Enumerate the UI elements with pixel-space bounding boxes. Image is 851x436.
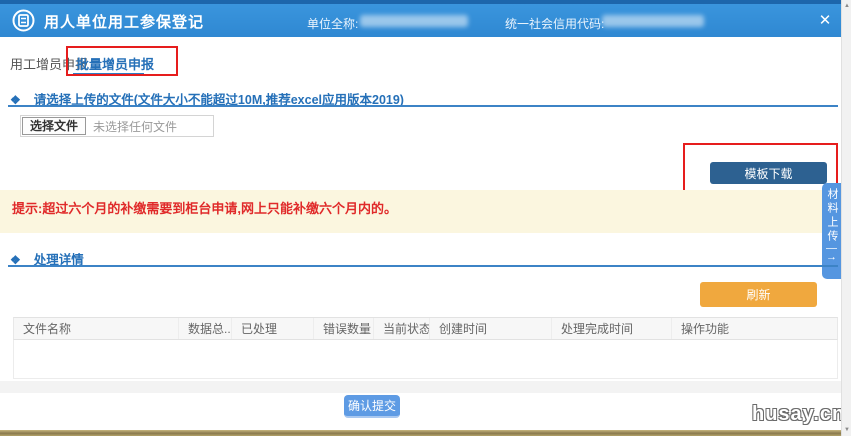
vertical-scrollbar[interactable]: ▲ ▼ [841, 0, 851, 436]
template-download-button[interactable]: 模板下载 [710, 162, 827, 184]
confirm-submit-button[interactable]: 确认提交 [344, 395, 400, 418]
watermark-text: husay.cn [752, 403, 845, 426]
refresh-button[interactable]: 刷新 [700, 282, 817, 307]
scroll-up-icon[interactable]: ▲ [842, 1, 851, 11]
col-error-count: 错误数量 [314, 318, 374, 339]
employer-insurance-registration-modal: 用人单位用工参保登记 单位全称: 统一社会信用代码: ✕ 用工增员申报 批量增员… [0, 0, 851, 436]
col-file-name: 文件名称 [14, 318, 179, 339]
col-data-total: 数据总... [179, 318, 232, 339]
section-divider [8, 105, 838, 107]
process-detail-table: 文件名称 数据总... 已处理 错误数量 当前状态 创建时间 处理完成时间 操作… [13, 317, 838, 379]
credit-code-redacted-value [602, 15, 704, 27]
scroll-down-icon[interactable]: ▼ [842, 425, 851, 435]
modal-header: 用人单位用工参保登记 单位全称: 统一社会信用代码: ✕ [0, 4, 841, 37]
col-processed: 已处理 [232, 318, 314, 339]
bottom-accent-bar [0, 430, 851, 436]
hint-bar: 提示:超过六个月的补缴需要到柜台申请,网上只能补缴六个月内的。 [0, 190, 841, 233]
unit-name-label: 单位全称: [307, 15, 358, 32]
material-upload-label: 材料上传 [822, 188, 841, 244]
col-operations: 操作功能 [672, 318, 837, 339]
section-divider [8, 265, 838, 267]
no-file-selected-text: 未选择任何文件 [93, 118, 177, 135]
table-header-row: 文件名称 数据总... 已处理 错误数量 当前状态 创建时间 处理完成时间 操作… [13, 317, 838, 340]
tab-batch-add-declare[interactable]: 批量增员申报 [76, 54, 154, 73]
col-finish-time: 处理完成时间 [552, 318, 672, 339]
page-title: 用人单位用工参保登记 [44, 11, 204, 32]
table-empty-body [13, 340, 838, 379]
credit-code-label: 统一社会信用代码: [505, 15, 604, 32]
side-tab-separator [826, 248, 837, 249]
hint-text: 提示:超过六个月的补缴需要到柜台申请,网上只能补缴六个月内的。 [12, 201, 397, 216]
file-upload-input[interactable]: 选择文件 未选择任何文件 [20, 115, 214, 137]
active-tab-underline [73, 73, 144, 76]
col-create-time: 创建时间 [430, 318, 552, 339]
arrow-right-icon: → [826, 251, 837, 263]
unit-name-redacted-value [360, 15, 468, 27]
close-icon[interactable]: ✕ [815, 11, 835, 31]
col-current-status: 当前状态 [374, 318, 430, 339]
choose-file-button[interactable]: 选择文件 [22, 117, 86, 135]
panel-bottom-strip [0, 381, 841, 393]
form-document-icon [12, 9, 35, 32]
